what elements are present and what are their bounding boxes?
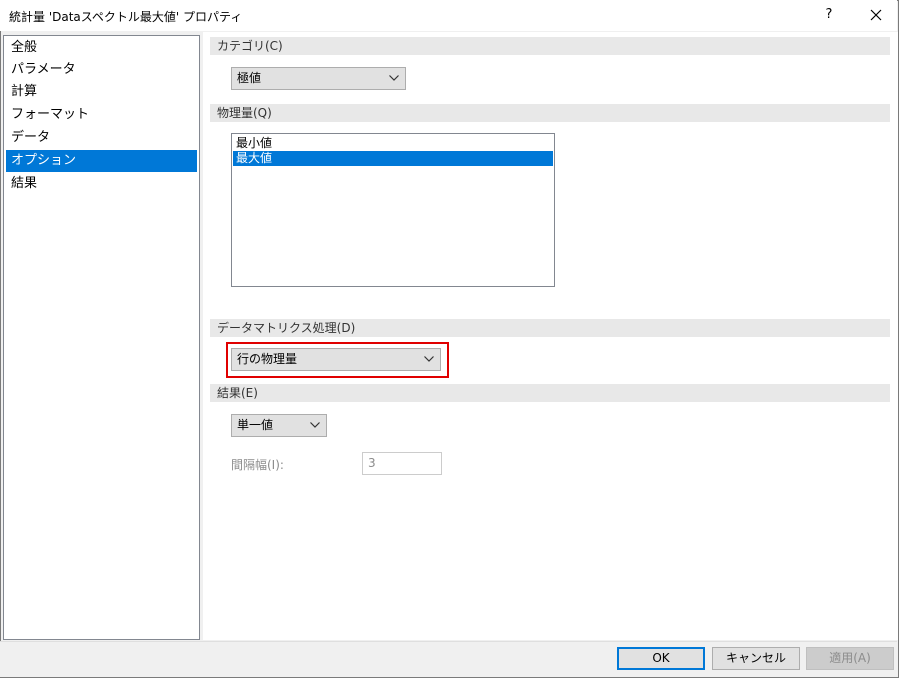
close-button[interactable] [862,3,890,27]
title-bar: 統計量 'Dataスペクトル最大値' プロパティ ? [0,0,897,31]
close-icon [870,9,882,21]
sidebar-item-general[interactable]: 全般 [6,37,197,59]
sidebar-item-parameters[interactable]: パラメータ [6,59,197,81]
chevron-down-icon [389,75,399,81]
chevron-down-icon [424,356,434,362]
window-title: 統計量 'Dataスペクトル最大値' プロパティ [9,10,243,24]
sidebar-item-data[interactable]: データ [6,127,197,149]
interval-input[interactable]: 3 [362,452,442,475]
apply-button[interactable]: 適用(A) [806,647,894,670]
quantity-listbox[interactable]: 最小値 最大値 [231,133,555,287]
cancel-button[interactable]: キャンセル [712,647,800,670]
result-select[interactable]: 単一値 [231,414,327,437]
result-heading: 結果(E) [210,384,890,402]
category-sidebar: 全般 パラメータ 計算 フォーマット データ オプション 結果 [3,35,200,640]
help-button[interactable]: ? [818,5,840,25]
sidebar-item-options[interactable]: オプション [6,150,197,172]
sidebar-item-calculation[interactable]: 計算 [6,81,197,103]
matrix-heading: データマトリクス処理(D) [210,319,890,337]
category-heading: カテゴリ(C) [210,37,890,55]
ok-button[interactable]: OK [617,647,705,670]
sidebar-item-results[interactable]: 結果 [6,173,197,195]
quantity-heading: 物理量(Q) [210,104,890,122]
result-select-value: 単一値 [237,418,274,432]
matrix-select-value: 行の物理量 [237,352,298,366]
list-item-maximum[interactable]: 最大値 [233,151,553,166]
sidebar-item-format[interactable]: フォーマット [6,104,197,126]
category-select-value: 極値 [237,71,262,85]
category-select[interactable]: 極値 [231,67,406,90]
interval-label: 間隔幅(I): [231,458,284,472]
list-item-minimum[interactable]: 最小値 [233,136,553,151]
chevron-down-icon [310,422,320,428]
matrix-select[interactable]: 行の物理量 [231,348,441,371]
